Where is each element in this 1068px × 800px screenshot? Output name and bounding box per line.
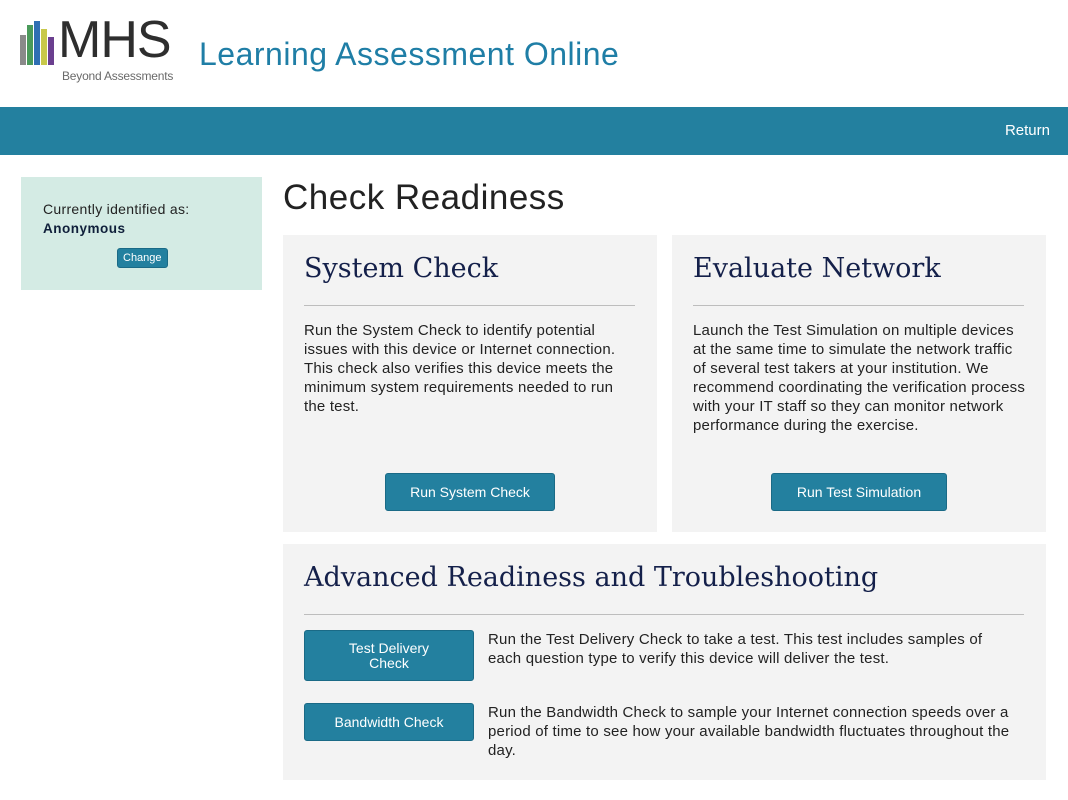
page-title: Check Readiness bbox=[283, 178, 565, 217]
identity-panel: Currently identified as: Anonymous Chang… bbox=[21, 177, 262, 290]
change-identity-button[interactable]: Change bbox=[117, 248, 168, 268]
bandwidth-check-button[interactable]: Bandwidth Check bbox=[304, 703, 474, 741]
identity-label: Currently identified as: bbox=[43, 201, 190, 217]
system-check-title: System Check bbox=[304, 253, 499, 284]
run-system-check-button[interactable]: Run System Check bbox=[385, 473, 555, 511]
evaluate-network-description: Launch the Test Simulation on multiple d… bbox=[693, 322, 1026, 434]
system-check-card: System Check Run the System Check to ide… bbox=[283, 235, 657, 532]
header: MHS Beyond Assessments Learning Assessme… bbox=[0, 0, 1068, 107]
identity-name: Anonymous bbox=[43, 221, 126, 236]
bandwidth-check-description: Run the Bandwidth Check to sample your I… bbox=[488, 704, 1010, 759]
divider bbox=[304, 614, 1024, 615]
evaluate-network-card: Evaluate Network Launch the Test Simulat… bbox=[672, 235, 1046, 532]
app-title: Learning Assessment Online bbox=[199, 36, 620, 72]
logo-text: MHS bbox=[58, 11, 172, 69]
top-navbar: Return bbox=[0, 107, 1068, 155]
test-delivery-check-button[interactable]: Test Delivery Check bbox=[304, 630, 474, 681]
logo-bars-icon bbox=[20, 21, 60, 65]
divider bbox=[693, 305, 1024, 306]
return-link[interactable]: Return bbox=[1005, 122, 1050, 139]
divider bbox=[304, 305, 635, 306]
advanced-card: Advanced Readiness and Troubleshooting T… bbox=[283, 544, 1046, 780]
run-test-simulation-button[interactable]: Run Test Simulation bbox=[771, 473, 947, 511]
mhs-logo[interactable]: MHS Beyond Assessments bbox=[20, 14, 190, 84]
advanced-title: Advanced Readiness and Troubleshooting bbox=[304, 562, 879, 593]
test-delivery-description: Run the Test Delivery Check to take a te… bbox=[488, 631, 983, 667]
system-check-description: Run the System Check to identify potenti… bbox=[304, 322, 616, 415]
evaluate-network-title: Evaluate Network bbox=[693, 253, 941, 284]
logo-tagline: Beyond Assessments bbox=[62, 69, 174, 83]
